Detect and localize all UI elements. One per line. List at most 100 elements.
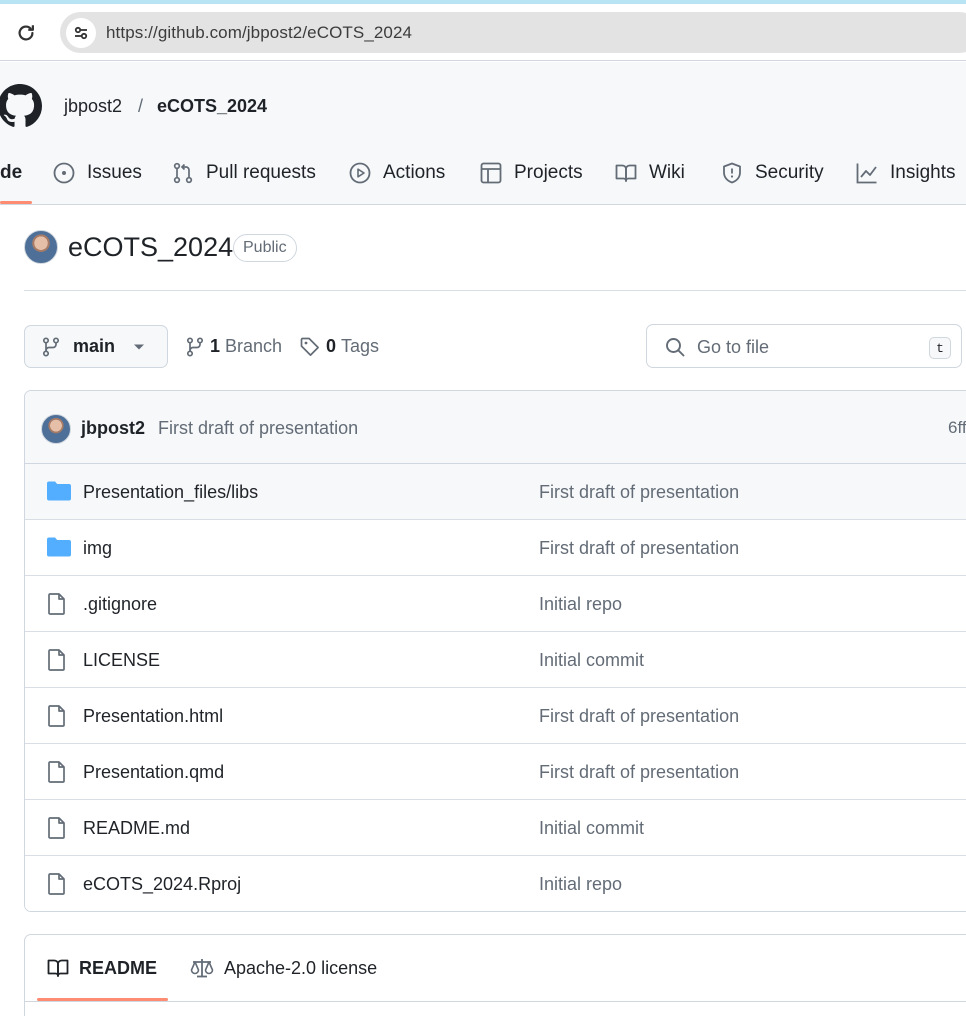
tab-license[interactable]: Apache-2.0 license (190, 935, 377, 1001)
go-to-file-input[interactable] (697, 335, 917, 359)
owner-avatar[interactable] (24, 230, 58, 264)
tab-actions[interactable]: Actions (349, 158, 445, 188)
book-icon (615, 164, 637, 182)
file-commit-message[interactable]: Initial repo (539, 874, 622, 895)
commit-hash[interactable]: 6ff (948, 418, 966, 438)
go-to-file-search[interactable]: t (646, 324, 962, 368)
file-name[interactable]: Presentation.html (83, 706, 223, 727)
table-row[interactable]: Presentation_files/libs First draft of p… (25, 464, 966, 520)
table-row[interactable]: Presentation.html First draft of present… (25, 688, 966, 744)
repo-header: jbpost2 / eCOTS_2024 de Issues Pull requ… (0, 62, 966, 205)
tab-label: Wiki (649, 162, 685, 183)
breadcrumb-repo[interactable]: eCOTS_2024 (157, 96, 267, 117)
table-row[interactable]: Presentation.qmd First draft of presenta… (25, 744, 966, 800)
law-icon (190, 959, 214, 978)
book-icon (47, 959, 69, 977)
git-branch-icon (186, 336, 204, 357)
tab-pull-requests[interactable]: Pull requests (172, 158, 316, 188)
play-icon (349, 162, 371, 184)
tab-readme[interactable]: README (47, 935, 157, 1001)
tab-label: Security (755, 162, 824, 183)
site-info-button[interactable] (66, 18, 96, 48)
file-name[interactable]: .gitignore (83, 594, 157, 615)
issue-icon (53, 162, 75, 184)
tag-icon (300, 337, 319, 356)
file-commit-message[interactable]: Initial repo (539, 594, 622, 615)
commit-author[interactable]: jbpost2 (81, 418, 145, 439)
table-row[interactable]: LICENSE Initial commit (25, 632, 966, 688)
file-commit-message[interactable]: Initial commit (539, 650, 644, 671)
file-commit-message[interactable]: Initial commit (539, 818, 644, 839)
tab-security[interactable]: Security (721, 158, 824, 188)
shield-icon (723, 162, 741, 184)
branch-name: main (73, 336, 116, 356)
file-icon (48, 873, 65, 895)
file-commit-message[interactable]: First draft of presentation (539, 538, 739, 559)
file-name[interactable]: eCOTS_2024.Rproj (83, 874, 241, 895)
file-commit-message[interactable]: First draft of presentation (539, 762, 739, 783)
file-icon (48, 761, 65, 783)
branch-selector-button[interactable]: main (24, 325, 168, 368)
tab-projects[interactable]: Projects (480, 158, 583, 188)
tab-insights[interactable]: Insights (856, 158, 955, 188)
graph-icon (856, 163, 877, 184)
tab-label: Pull requests (206, 162, 316, 183)
table-row[interactable]: README.md Initial commit (25, 800, 966, 856)
file-name[interactable]: Presentation.qmd (83, 762, 224, 783)
tab-label: Actions (383, 162, 446, 183)
branch-count: 1 (210, 336, 221, 356)
file-name[interactable]: img (83, 538, 112, 559)
readme-panel: README Apache-2.0 license (24, 934, 966, 1016)
file-icon (48, 593, 65, 615)
browser-toolbar: https://github.com/jbpost2/eCOTS_2024 (0, 4, 966, 61)
git-branch-icon (42, 336, 60, 357)
tab-label: Insights (890, 162, 956, 183)
file-commit-message[interactable]: First draft of presentation (539, 482, 739, 503)
tab-label: Projects (514, 162, 583, 183)
reload-button[interactable] (14, 21, 38, 45)
latest-commit-bar: jbpost2 First draft of presentation 6ff (25, 391, 966, 464)
file-name[interactable]: LICENSE (83, 650, 160, 671)
tag-count: 0 (326, 336, 337, 356)
tab-label: Issues (87, 162, 142, 183)
chevron-down-icon (134, 344, 145, 349)
file-name[interactable]: Presentation_files/libs (83, 482, 258, 503)
file-icon (48, 817, 65, 839)
file-icon (48, 705, 65, 727)
visibility-badge: Public (233, 234, 297, 262)
table-row[interactable]: img First draft of presentation (25, 520, 966, 576)
branches-link[interactable]: 1 Branch (186, 336, 282, 357)
table-icon (480, 162, 502, 184)
file-icon (48, 649, 65, 671)
search-icon (666, 338, 685, 357)
folder-icon (47, 481, 71, 501)
breadcrumb-owner[interactable]: jbpost2 (64, 96, 122, 117)
tag-count-label: Tags (341, 336, 380, 356)
keyboard-shortcut-hint: t (929, 337, 951, 359)
folder-icon (47, 537, 71, 557)
tab-readme-label: README (79, 957, 158, 978)
tab-license-label: Apache-2.0 license (224, 957, 378, 978)
branch-count-label: Branch (225, 336, 283, 356)
breadcrumb-separator: / (138, 96, 144, 116)
title-divider (24, 290, 966, 291)
url-text[interactable]: https://github.com/jbpost2/eCOTS_2024 (106, 23, 412, 43)
github-logo-icon[interactable] (0, 84, 42, 128)
commit-author-avatar[interactable] (41, 414, 71, 444)
file-commit-message[interactable]: First draft of presentation (539, 706, 739, 727)
tab-label: de (0, 162, 23, 183)
tab-wiki[interactable]: Wiki (615, 158, 685, 188)
tab-code[interactable]: de (0, 158, 22, 188)
address-bar[interactable]: https://github.com/jbpost2/eCOTS_2024 (60, 12, 966, 53)
table-row[interactable]: eCOTS_2024.Rproj Initial repo (25, 856, 966, 911)
repo-title[interactable]: eCOTS_2024 (68, 232, 233, 263)
table-row[interactable]: .gitignore Initial repo (25, 576, 966, 632)
tags-link[interactable]: 0 Tags (300, 336, 379, 357)
commit-message[interactable]: First draft of presentation (158, 418, 358, 439)
tab-issues[interactable]: Issues (53, 158, 142, 188)
readme-divider (25, 1001, 966, 1002)
reload-icon (18, 25, 34, 41)
file-name[interactable]: README.md (83, 818, 190, 839)
file-list: jbpost2 First draft of presentation 6ff … (24, 390, 966, 912)
tune-icon (74, 26, 88, 40)
